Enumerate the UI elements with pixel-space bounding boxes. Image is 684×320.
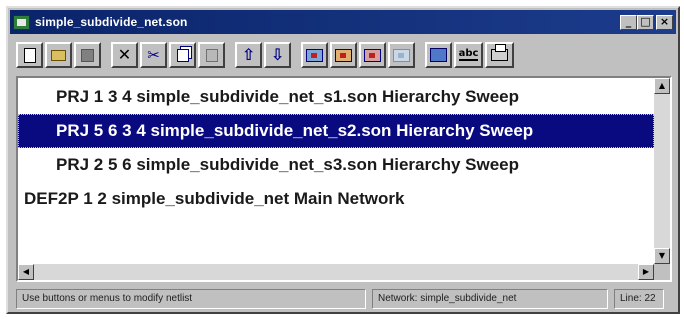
arrow-up-icon: ⇧ bbox=[241, 45, 256, 64]
project-red-icon bbox=[364, 48, 381, 62]
status-bar: Use buttons or menus to modify netlist N… bbox=[16, 289, 670, 309]
status-line: Line: 22 bbox=[614, 289, 664, 309]
network-icon bbox=[306, 48, 323, 62]
sweep-icon bbox=[430, 48, 447, 62]
maximize-button[interactable]: □ bbox=[637, 14, 654, 30]
add-project-red-button[interactable] bbox=[359, 42, 386, 68]
add-network-button[interactable] bbox=[301, 42, 328, 68]
vertical-scrollbar[interactable]: ▲ bbox=[654, 78, 670, 264]
netlist-listbox[interactable]: PRJ 1 3 4 simple_subdivide_net_s1.son Hi… bbox=[16, 76, 672, 282]
scroll-left-button[interactable]: ◀ bbox=[18, 264, 34, 280]
print-button[interactable] bbox=[485, 42, 514, 68]
netlist-area: PRJ 1 3 4 simple_subdivide_net_s1.son Hi… bbox=[18, 78, 654, 264]
open-button[interactable] bbox=[45, 42, 72, 68]
project-orange-icon bbox=[335, 48, 352, 62]
project-disabled-icon bbox=[393, 48, 410, 62]
scroll-down-button[interactable]: ▼ bbox=[654, 248, 670, 264]
new-document-button[interactable] bbox=[16, 42, 43, 68]
sweep-button[interactable] bbox=[425, 42, 452, 68]
minimize-button[interactable]: _ bbox=[620, 14, 637, 30]
netlist-row[interactable]: PRJ 1 3 4 simple_subdivide_net_s1.son Hi… bbox=[18, 80, 654, 114]
horizontal-scrollbar[interactable]: ◀ bbox=[18, 264, 654, 280]
move-down-button[interactable]: ⇩ bbox=[264, 42, 291, 68]
status-message: Use buttons or menus to modify netlist bbox=[16, 289, 366, 309]
status-network: Network: simple_subdivide_net bbox=[372, 289, 608, 309]
paste-icon bbox=[205, 48, 218, 62]
netlist-window: simple_subdivide_net.son _ □ × ✕ ✂ ⇧ ⇩ a… bbox=[6, 6, 680, 314]
netlist-row[interactable]: DEF2P 1 2 simple_subdivide_net Main Netw… bbox=[18, 182, 654, 216]
add-project-button[interactable] bbox=[330, 42, 357, 68]
scissors-icon: ✂ bbox=[147, 45, 160, 64]
printer-icon bbox=[491, 44, 508, 61]
netlist-row-selected[interactable]: PRJ 5 6 3 4 simple_subdivide_net_s2.son … bbox=[18, 114, 654, 148]
window-title: simple_subdivide_net.son bbox=[35, 15, 188, 29]
move-up-button[interactable]: ⇧ bbox=[235, 42, 262, 68]
copy-icon bbox=[176, 48, 189, 62]
copy-button[interactable] bbox=[169, 42, 196, 68]
delete-x-icon: ✕ bbox=[117, 45, 132, 64]
new-document-icon bbox=[23, 47, 36, 63]
text-edit-button[interactable]: abc bbox=[454, 42, 483, 68]
toolbar: ✕ ✂ ⇧ ⇩ abc bbox=[16, 38, 670, 72]
save-button[interactable] bbox=[74, 42, 101, 68]
scroll-right-button[interactable]: ▶ bbox=[638, 264, 654, 280]
cut-button[interactable]: ✂ bbox=[140, 42, 167, 68]
scroll-up-button[interactable]: ▲ bbox=[654, 78, 670, 94]
window-controls: _ □ × bbox=[620, 14, 673, 30]
disabled-item-button[interactable] bbox=[388, 42, 415, 68]
open-folder-icon bbox=[51, 49, 66, 61]
app-icon[interactable] bbox=[13, 14, 30, 30]
close-button[interactable]: × bbox=[656, 14, 673, 30]
save-icon bbox=[81, 48, 94, 62]
title-bar[interactable]: simple_subdivide_net.son _ □ × bbox=[10, 10, 676, 34]
arrow-down-icon: ⇩ bbox=[270, 45, 285, 64]
paste-button[interactable] bbox=[198, 42, 225, 68]
delete-button[interactable]: ✕ bbox=[111, 42, 138, 68]
scrollbar-corner bbox=[654, 264, 670, 280]
abc-text-icon: abc bbox=[458, 48, 479, 61]
netlist-row[interactable]: PRJ 2 5 6 simple_subdivide_net_s3.son Hi… bbox=[18, 148, 654, 182]
